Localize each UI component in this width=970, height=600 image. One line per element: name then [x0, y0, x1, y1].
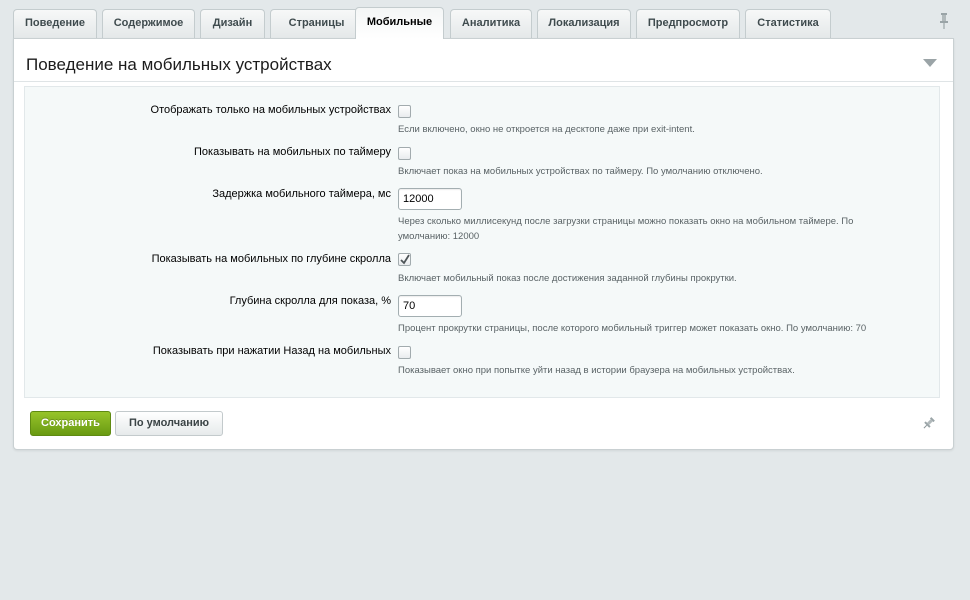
back-button-label: Показывать при нажатии Назад на мобильны… [152, 345, 391, 357]
mobile-settings-form: Отображать только на мобильных устройств… [24, 86, 940, 398]
scroll-checkbox[interactable] [398, 253, 411, 266]
tab-bar: Поведение Содержимое Дизайн Страницы Моб… [13, 7, 957, 39]
tab-analytics[interactable]: Аналитика [450, 9, 532, 38]
scroll-depth-label: Глубина скролла для показа, % [229, 295, 391, 307]
tab-localization[interactable]: Локализация [537, 9, 631, 38]
tab-mobile[interactable]: Мобильные [355, 7, 444, 39]
back-button-hint: Показывает окно при попытке уйти назад в… [398, 365, 795, 376]
panel-title: Поведение на мобильных устройствах [26, 55, 332, 74]
timer-delay-hint: Через сколько миллисекунд после загрузки… [398, 216, 854, 242]
save-button[interactable]: Сохранить [30, 411, 111, 436]
scroll-depth-hint: Процент прокрутки страницы, после которо… [398, 323, 867, 334]
tab-design[interactable]: Дизайн [200, 9, 265, 38]
timer-checkbox[interactable] [398, 147, 411, 160]
pin-icon[interactable] [938, 13, 950, 29]
triangle-down-icon[interactable] [923, 59, 937, 68]
pin-icon[interactable] [922, 417, 935, 430]
title-divider [14, 81, 953, 82]
mobile-only-label: Отображать только на мобильных устройств… [150, 104, 391, 116]
scroll-depth-input[interactable] [398, 295, 462, 317]
timer-hint: Включает показ на мобильных устройствах … [398, 166, 763, 177]
settings-panel: Поведение на мобильных устройствах Отобр… [13, 38, 954, 450]
scroll-hint: Включает мобильный показ после достижени… [398, 273, 737, 284]
timer-label: Показывать на мобильных по таймеру [194, 146, 391, 158]
checkmark-icon [400, 254, 410, 265]
tab-preview[interactable]: Предпросмотр [636, 9, 740, 38]
mobile-only-checkbox[interactable] [398, 105, 411, 118]
scroll-label: Показывать на мобильных по глубине скрол… [151, 253, 391, 265]
default-button[interactable]: По умолчанию [115, 411, 223, 436]
tab-statistics[interactable]: Статистика [745, 9, 831, 38]
tab-content[interactable]: Содержимое [102, 9, 195, 38]
back-button-checkbox[interactable] [398, 346, 411, 359]
tab-behavior[interactable]: Поведение [13, 9, 97, 38]
mobile-only-hint: Если включено, окно не откроется на деск… [398, 124, 695, 135]
timer-delay-label: Задержка мобильного таймера, мс [212, 188, 391, 200]
tab-pages[interactable]: Страницы [270, 9, 363, 38]
timer-delay-input[interactable] [398, 188, 462, 210]
